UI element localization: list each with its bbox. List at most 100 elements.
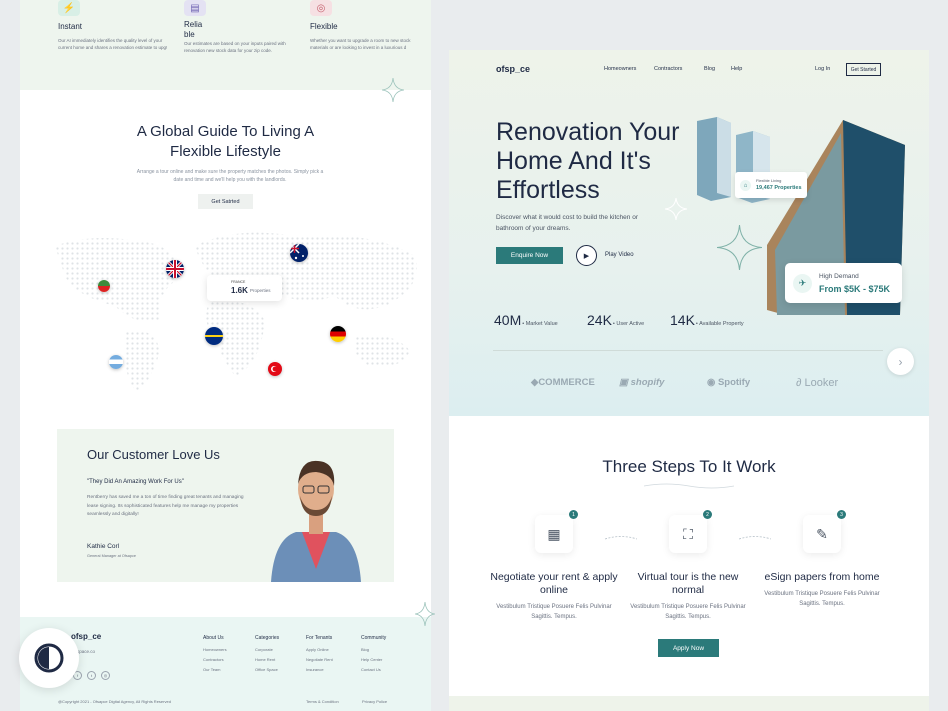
step-number: 1 bbox=[569, 510, 578, 519]
theme-toggle-button[interactable] bbox=[19, 628, 79, 688]
nav-link-contractors[interactable]: Contractors bbox=[654, 66, 682, 72]
twitter-icon[interactable]: t bbox=[87, 671, 96, 680]
next-arrow-button[interactable]: › bbox=[887, 348, 914, 375]
footer-link[interactable]: Home Rent bbox=[255, 655, 279, 665]
feature-title: Relia ble bbox=[184, 20, 203, 39]
play-icon: ▶ bbox=[583, 252, 590, 260]
footer-column-categories: Categories Corporate Home Rent Office Sp… bbox=[255, 635, 279, 675]
nav-logo[interactable]: ofsp_ce bbox=[496, 64, 530, 74]
apply-now-button[interactable]: Apply Now bbox=[658, 639, 719, 657]
guide-title-line: Flexible Lifestyle bbox=[170, 143, 281, 160]
turkey-flag-icon[interactable] bbox=[268, 362, 282, 376]
feature-flexible: ◎ Flexible Whether you want to upgrade a… bbox=[310, 0, 420, 51]
testimonial-section: Our Customer Love Us "They Did An Amazin… bbox=[57, 429, 394, 582]
brand-name: shopify bbox=[630, 377, 665, 388]
step-title: Negotiate your rent & apply online bbox=[490, 571, 618, 596]
rocket-icon: ✈ bbox=[793, 274, 812, 293]
argentina-flag-icon[interactable] bbox=[109, 355, 123, 369]
hero-subtitle: Discover what it would cost to build the… bbox=[496, 214, 638, 232]
brand-bigcommerce-logo: ◆COMMERCE bbox=[531, 377, 595, 388]
curacao-flag-icon[interactable] bbox=[205, 327, 223, 345]
get-started-button[interactable]: Get Satrted bbox=[198, 194, 253, 209]
document-icon: ▤ bbox=[184, 0, 206, 16]
testimonial-quote: "They Did An Amazing Work For Us" bbox=[87, 479, 184, 485]
footer-link[interactable]: Help Center bbox=[361, 655, 386, 665]
instagram-icon[interactable]: ◎ bbox=[101, 671, 110, 680]
guide-title: A Global Guide To Living A Flexible Life… bbox=[20, 122, 431, 162]
footer-column-heading: About Us bbox=[203, 635, 224, 641]
stat-user-active: 24K• User Active bbox=[587, 312, 644, 330]
footer-link[interactable]: Homeowners bbox=[203, 645, 227, 655]
germany-flag-icon[interactable] bbox=[330, 326, 346, 342]
nav-link-homeowners[interactable]: Homeowners bbox=[604, 66, 636, 72]
footer-column-community: Community Blog Help Center Contact Us bbox=[361, 635, 386, 675]
step-number: 2 bbox=[703, 510, 712, 519]
step-title: eSign papers from home bbox=[764, 571, 880, 583]
step-title: Virtual tour is the new normal bbox=[637, 571, 739, 596]
stat-value: 14K bbox=[670, 312, 695, 328]
sparkle-icon bbox=[415, 602, 435, 626]
brand-name: Looker bbox=[804, 377, 839, 389]
play-video-button[interactable]: ▶ bbox=[576, 245, 597, 266]
contract-icon: ▦ 1 bbox=[535, 510, 578, 553]
footer-link[interactable]: Apply Online bbox=[306, 645, 333, 655]
stat-value: 40M bbox=[494, 312, 522, 328]
country-flag-icon[interactable] bbox=[98, 280, 110, 292]
looker-icon: ∂ bbox=[796, 377, 802, 389]
bottom-band bbox=[449, 696, 929, 711]
feature-text: Our AI immediately identifies the qualit… bbox=[58, 38, 168, 50]
card-label: Flexible Living bbox=[756, 178, 782, 183]
testimonial-name: Kathie Corl bbox=[87, 543, 120, 550]
testimonial-body: Rentberry has saved me a ton of time fin… bbox=[87, 495, 244, 517]
footer-link[interactable]: Contact Us bbox=[361, 665, 386, 675]
australia-flag-icon[interactable] bbox=[290, 244, 308, 262]
footer-column-about: About Us Homeowners Contractors Our Team bbox=[203, 635, 227, 675]
home-icon: ⌂ bbox=[740, 180, 751, 191]
brand-shopify-logo: ▣ shopify bbox=[619, 377, 664, 388]
nav-get-started-button[interactable]: Get Started bbox=[846, 63, 881, 76]
footer-link[interactable]: Office Space bbox=[255, 665, 279, 675]
steps-title: Three Steps To It Work bbox=[602, 457, 776, 476]
sparkle-icon bbox=[382, 78, 404, 102]
footer-link[interactable]: Blog bbox=[361, 645, 386, 655]
testimonial-role: General Manager at Ofsapce bbox=[87, 554, 136, 558]
tooltip-unit: Properties bbox=[250, 288, 271, 293]
footer-column-heading: For Tenants bbox=[306, 635, 333, 641]
card-value: From $5K - $75K bbox=[819, 284, 891, 294]
stat-label: • Market Value bbox=[522, 321, 558, 327]
left-landing-panel: ⚡ Instant Our AI immediately identifies … bbox=[20, 0, 431, 711]
footer-link[interactable]: Negotiate Rent bbox=[306, 655, 333, 665]
step-connector bbox=[605, 536, 637, 540]
half-circle-icon bbox=[34, 643, 64, 673]
guide-title-line: A Global Guide To Living A bbox=[136, 123, 315, 140]
footer-link[interactable]: Contractors bbox=[203, 655, 225, 665]
footer-column-heading: Community bbox=[361, 635, 387, 641]
step-1: ▦ 1 Negotiate your rent & apply online Ve… bbox=[489, 510, 619, 622]
target-icon: ◎ bbox=[310, 0, 332, 16]
footer-logo[interactable]: ofsp_ce bbox=[71, 632, 101, 641]
hero-title: Renovation Your Home And It's Effortless bbox=[496, 118, 680, 204]
feature-text: Our estimates are based on your inputs p… bbox=[184, 41, 286, 53]
footer-link[interactable]: Our Team bbox=[203, 665, 225, 675]
footer: ofsp_ce ofsspace.co About Us Homeowners … bbox=[20, 617, 431, 711]
terms-link[interactable]: Terms & Condition bbox=[306, 699, 339, 704]
brand-name: COMMERCE bbox=[538, 377, 595, 388]
step-connector bbox=[739, 536, 771, 540]
nav-link-blog[interactable]: Blog bbox=[704, 66, 715, 72]
stat-label: • User Active bbox=[612, 321, 645, 327]
play-video-label[interactable]: Play Video bbox=[605, 252, 634, 258]
card-value: 19,467 Properties bbox=[756, 185, 802, 191]
footer-link[interactable]: Insurance bbox=[306, 665, 333, 675]
footer-link[interactable]: Corporate bbox=[255, 645, 279, 655]
login-link[interactable]: Log In bbox=[815, 66, 830, 72]
tooltip-value: 1.6K bbox=[231, 286, 248, 295]
signature-icon: ✎ 3 bbox=[803, 510, 846, 553]
privacy-link[interactable]: Privacy Police bbox=[362, 699, 387, 704]
step-number: 3 bbox=[837, 510, 846, 519]
uk-flag-icon[interactable] bbox=[166, 260, 184, 278]
high-demand-card: ✈ High Demand From $5K - $75K bbox=[785, 263, 902, 303]
nav-link-help[interactable]: Help bbox=[731, 66, 742, 72]
brand-spotify-logo: ◉ Spotify bbox=[707, 377, 750, 388]
country-tooltip: FRANCE 1.6K Properties bbox=[207, 275, 282, 301]
enquire-now-button[interactable]: Enquire Now bbox=[496, 247, 563, 264]
